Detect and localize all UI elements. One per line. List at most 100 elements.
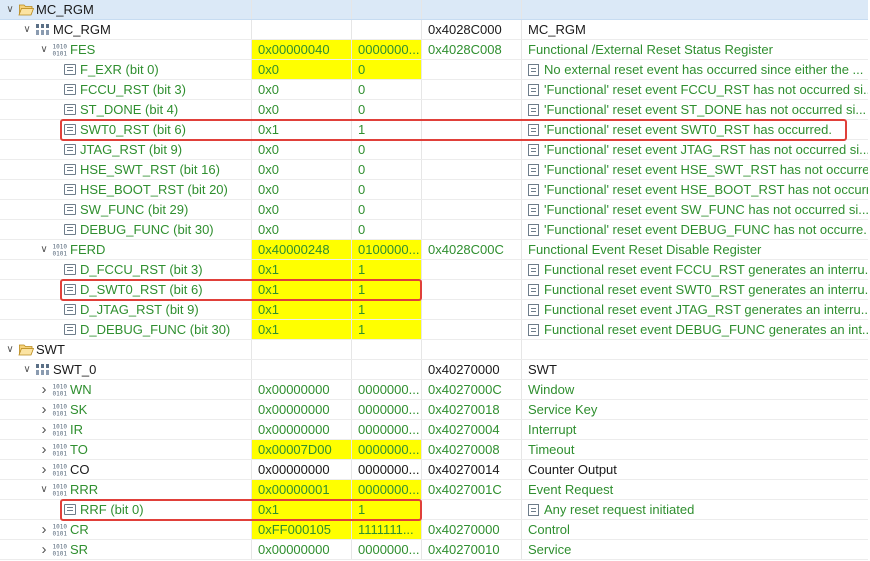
raw-value-cell[interactable] [351, 360, 421, 379]
tree-row-swt_0[interactable]: ∨ SWT_0 0x40270000 SWT [0, 360, 868, 380]
value-cell[interactable]: 0x00000000 [251, 420, 351, 439]
value-cell[interactable]: 0x00000000 [251, 380, 351, 399]
raw-value-cell[interactable]: 0 [351, 160, 421, 179]
tree-row-sw_func[interactable]: SW_FUNC (bit 29) 0x0 0 'Functional' reset e… [0, 200, 868, 220]
tree-row-cr[interactable]: › 1010 0101 CR 0xFF000105 1111111... 0x4027000… [0, 520, 868, 540]
tree-row-d_jtag_rst[interactable]: D_JTAG_RST (bit 9) 0x1 1 Functional reset e… [0, 300, 868, 320]
tree-row-co[interactable]: › 1010 0101 CO 0x00000000 0000000... 0x4027001… [0, 460, 868, 480]
value-cell[interactable]: 0x1 [251, 500, 351, 519]
raw-value-cell[interactable]: 0000000... [351, 40, 421, 59]
value-cell[interactable]: 0xFF000105 [251, 520, 351, 539]
raw-value-cell[interactable]: 0000000... [351, 440, 421, 459]
value-cell[interactable]: 0x0 [251, 140, 351, 159]
value-cell[interactable]: 0x0 [251, 180, 351, 199]
chevron-down-icon[interactable]: ∨ [38, 240, 50, 259]
tree-row-sr[interactable]: › 1010 0101 SR 0x00000000 0000000... 0x4027001… [0, 540, 868, 560]
tree-row-d_swt0_rst[interactable]: D_SWT0_RST (bit 6) 0x1 1 Functional reset e… [0, 280, 868, 300]
tree-row-debug_func[interactable]: DEBUG_FUNC (bit 30) 0x0 0 'Functional' rese… [0, 220, 868, 240]
raw-value-cell[interactable]: 0 [351, 140, 421, 159]
tree-row-swt_folder[interactable]: ∨ SWT [0, 340, 868, 360]
value-cell[interactable]: 0x1 [251, 120, 351, 139]
raw-value-cell[interactable]: 0000000... [351, 480, 421, 499]
chevron-down-icon[interactable]: ∨ [21, 20, 33, 39]
raw-value-cell[interactable]: 0000000... [351, 540, 421, 559]
value-cell[interactable] [251, 340, 351, 359]
raw-value-cell[interactable]: 0000000... [351, 420, 421, 439]
value-cell[interactable]: 0x0 [251, 100, 351, 119]
raw-value-cell[interactable]: 0000000... [351, 380, 421, 399]
chevron-down-icon[interactable]: ∨ [21, 360, 33, 379]
tree-row-fccu_rst[interactable]: FCCU_RST (bit 3) 0x0 0 'Functional' reset e… [0, 80, 868, 100]
raw-value-cell[interactable]: 1 [351, 280, 421, 299]
raw-value-cell[interactable]: 0100000... [351, 240, 421, 259]
tree-row-mc_rgm_periph[interactable]: ∨ MC_RGM 0x4028C000 MC_RGM [0, 20, 868, 40]
value-cell[interactable]: 0x00000040 [251, 40, 351, 59]
tree-row-mc_rgm_folder[interactable]: ∨ MC_RGM [0, 0, 868, 20]
chevron-right-icon[interactable]: › [38, 380, 50, 399]
raw-value-cell[interactable]: 1 [351, 300, 421, 319]
raw-value-cell[interactable]: 0 [351, 200, 421, 219]
raw-value-cell[interactable]: 1 [351, 320, 421, 339]
raw-value-cell[interactable] [351, 340, 421, 359]
tree-row-st_done[interactable]: ST_DONE (bit 4) 0x0 0 'Functional' reset ev… [0, 100, 868, 120]
value-cell[interactable] [251, 20, 351, 39]
chevron-right-icon[interactable]: › [38, 420, 50, 439]
tree-row-wn[interactable]: › 1010 0101 WN 0x00000000 0000000... 0x4027000… [0, 380, 868, 400]
tree-row-rrf[interactable]: RRF (bit 0) 0x1 1 Any reset request initiat… [0, 500, 868, 520]
chevron-down-icon[interactable]: ∨ [4, 0, 16, 19]
raw-value-cell[interactable]: 1 [351, 260, 421, 279]
tree-row-d_fccu_rst[interactable]: D_FCCU_RST (bit 3) 0x1 1 Functional reset e… [0, 260, 868, 280]
raw-value-cell[interactable]: 0 [351, 60, 421, 79]
value-cell[interactable]: 0x1 [251, 260, 351, 279]
value-cell[interactable]: 0x00000000 [251, 540, 351, 559]
value-cell[interactable]: 0x0 [251, 160, 351, 179]
chevron-down-icon[interactable]: ∨ [4, 340, 16, 359]
value-cell[interactable]: 0x1 [251, 320, 351, 339]
value-cell[interactable] [251, 0, 351, 19]
tree-row-d_debug_func[interactable]: D_DEBUG_FUNC (bit 30) 0x1 1 Functional rese… [0, 320, 868, 340]
tree-row-fes[interactable]: ∨ 1010 0101 FES 0x00000040 0000000... 0x4028C0… [0, 40, 868, 60]
value-cell[interactable]: 0x0 [251, 60, 351, 79]
raw-value-cell[interactable]: 1 [351, 120, 421, 139]
tree-row-ir[interactable]: › 1010 0101 IR 0x00000000 0000000... 0x4027000… [0, 420, 868, 440]
tree-row-rrr[interactable]: ∨ 1010 0101 RRR 0x00000001 0000000... 0x402700… [0, 480, 868, 500]
raw-value-cell[interactable]: 0 [351, 100, 421, 119]
value-cell[interactable] [251, 360, 351, 379]
tree-row-hse_boot_rst[interactable]: HSE_BOOT_RST (bit 20) 0x0 0 'Functional' re… [0, 180, 868, 200]
value-cell[interactable]: 0x0 [251, 80, 351, 99]
tree-row-sk[interactable]: › 1010 0101 SK 0x00000000 0000000... 0x4027001… [0, 400, 868, 420]
value-cell[interactable]: 0x00007D00 [251, 440, 351, 459]
chevron-down-icon[interactable]: ∨ [38, 480, 50, 499]
chevron-right-icon[interactable]: › [38, 520, 50, 539]
value-cell[interactable]: 0x0 [251, 200, 351, 219]
raw-value-cell[interactable]: 0000000... [351, 400, 421, 419]
raw-value-cell[interactable]: 0 [351, 180, 421, 199]
value-cell[interactable]: 0x00000001 [251, 480, 351, 499]
tree-row-ferd[interactable]: ∨ 1010 0101 FERD 0x40000248 0100000... 0x4028C… [0, 240, 868, 260]
tree-row-f_exr[interactable]: F_EXR (bit 0) 0x0 0 No external reset event… [0, 60, 868, 80]
description-cell: Functional reset event DEBUG_FUNC genera… [521, 320, 868, 339]
value-cell[interactable]: 0x1 [251, 300, 351, 319]
raw-value-cell[interactable]: 1111111... [351, 520, 421, 539]
chevron-right-icon[interactable]: › [38, 440, 50, 459]
raw-value-cell[interactable]: 1 [351, 500, 421, 519]
tree-row-swt0_rst[interactable]: SWT0_RST (bit 6) 0x1 1 'Functional' reset e… [0, 120, 868, 140]
raw-value-cell[interactable]: 0000000... [351, 460, 421, 479]
tree-row-hse_swt_rst[interactable]: HSE_SWT_RST (bit 16) 0x0 0 'Functional' res… [0, 160, 868, 180]
tree-row-to[interactable]: › 1010 0101 TO 0x00007D00 0000000... 0x4027000… [0, 440, 868, 460]
raw-value-cell[interactable] [351, 20, 421, 39]
name-cell: D_JTAG_RST (bit 9) [0, 300, 251, 319]
chevron-right-icon[interactable]: › [38, 460, 50, 479]
raw-value-cell[interactable]: 0 [351, 220, 421, 239]
tree-row-jtag_rst[interactable]: JTAG_RST (bit 9) 0x0 0 'Functional' reset e… [0, 140, 868, 160]
value-cell[interactable]: 0x40000248 [251, 240, 351, 259]
value-cell[interactable]: 0x00000000 [251, 400, 351, 419]
raw-value-cell[interactable]: 0 [351, 80, 421, 99]
raw-value-cell[interactable] [351, 0, 421, 19]
chevron-down-icon[interactable]: ∨ [38, 40, 50, 59]
value-cell[interactable]: 0x0 [251, 220, 351, 239]
value-cell[interactable]: 0x1 [251, 280, 351, 299]
chevron-right-icon[interactable]: › [38, 540, 50, 559]
chevron-right-icon[interactable]: › [38, 400, 50, 419]
value-cell[interactable]: 0x00000000 [251, 460, 351, 479]
